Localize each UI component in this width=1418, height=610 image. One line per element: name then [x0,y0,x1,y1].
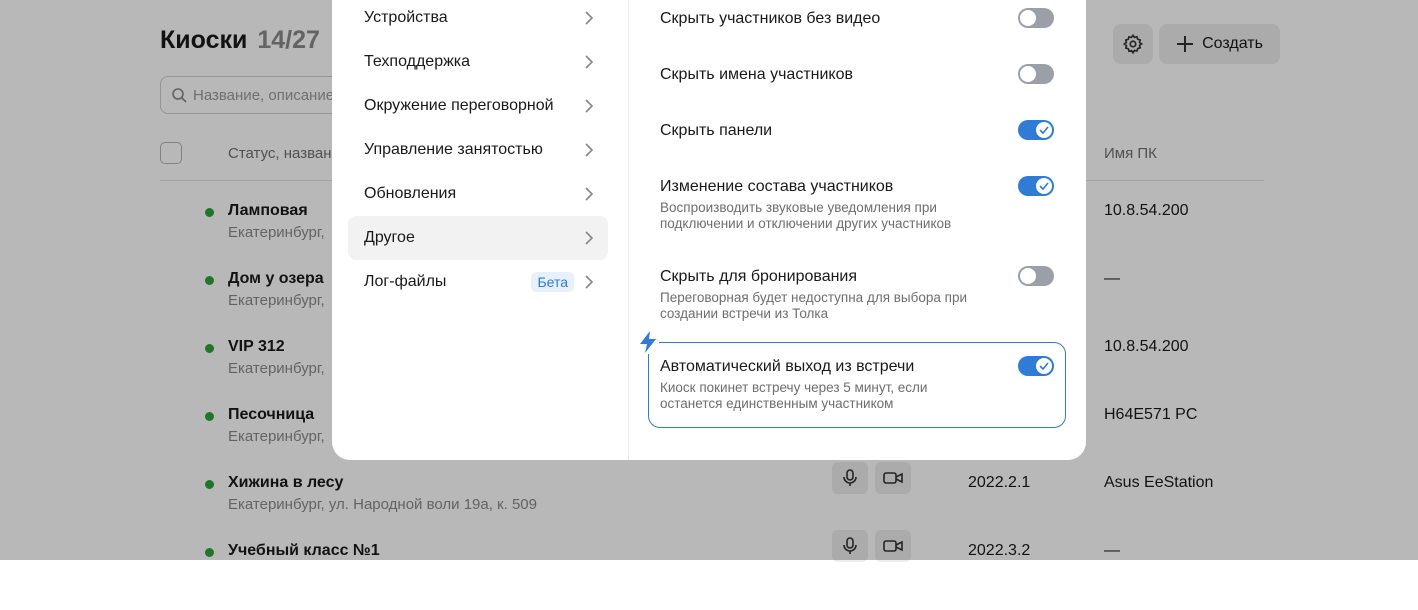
chevron-right-icon [585,275,594,289]
highlighted-setting-frame [648,342,1066,428]
toggle-knob [1020,10,1036,26]
chevron-right-icon [585,55,594,69]
check-icon [1039,126,1049,134]
chevron-right-icon [585,99,594,113]
chevron-right-icon [585,187,594,201]
toggle-knob [1020,66,1036,82]
beta-badge: Бета [531,272,574,292]
toggle-knob [1036,122,1052,138]
setting-title: Скрыть имена участников [660,66,853,83]
check-icon [1039,182,1049,190]
menu-item[interactable]: Лог-файлы Бета [348,260,608,304]
menu-item[interactable]: Окружение переговорной [348,84,608,128]
menu-item-label: Устройства [364,9,448,26]
setting-title: Изменение состава участников [660,178,894,195]
toggle-knob [1036,178,1052,194]
menu-item-label: Обновления [364,185,457,202]
setting-toggle[interactable] [1018,120,1054,140]
menu-item[interactable]: Техподдержка [348,40,608,84]
menu-item[interactable]: Управление занятостью [348,128,608,172]
menu-item-label: Техподдержка [364,53,471,70]
chevron-right-icon [585,143,594,157]
menu-item[interactable]: Обновления [348,172,608,216]
setting-description: Воспроизводить звуковые уведомления при … [660,200,952,231]
toggle-knob [1020,268,1036,284]
menu-item[interactable]: Другое [348,216,608,260]
menu-item-label: Другое [364,229,415,246]
setting-toggle[interactable] [1018,266,1054,286]
setting-description: Переговорная будет недоступна для выбора… [660,290,967,321]
lightning-icon [637,330,659,354]
settings-modal: Устройства Техподдержка Окружение перегово… [332,0,1086,460]
setting-title: Скрыть участников без видео [660,10,881,27]
menu-item[interactable]: Устройства [348,0,608,40]
setting-title: Скрыть панели [660,122,773,139]
setting-toggle[interactable] [1018,64,1054,84]
settings-menu: Устройства Техподдержка Окружение перегово… [332,0,629,460]
menu-item-label: Окружение переговорной [364,97,554,114]
chevron-right-icon [585,11,594,25]
setting-title: Скрыть для бронирования [660,268,858,285]
setting-toggle[interactable] [1018,176,1054,196]
setting-toggle[interactable] [1018,8,1054,28]
chevron-right-icon [585,231,594,245]
menu-item-label: Лог-файлы [364,273,447,290]
menu-item-label: Управление занятостью [364,141,543,158]
